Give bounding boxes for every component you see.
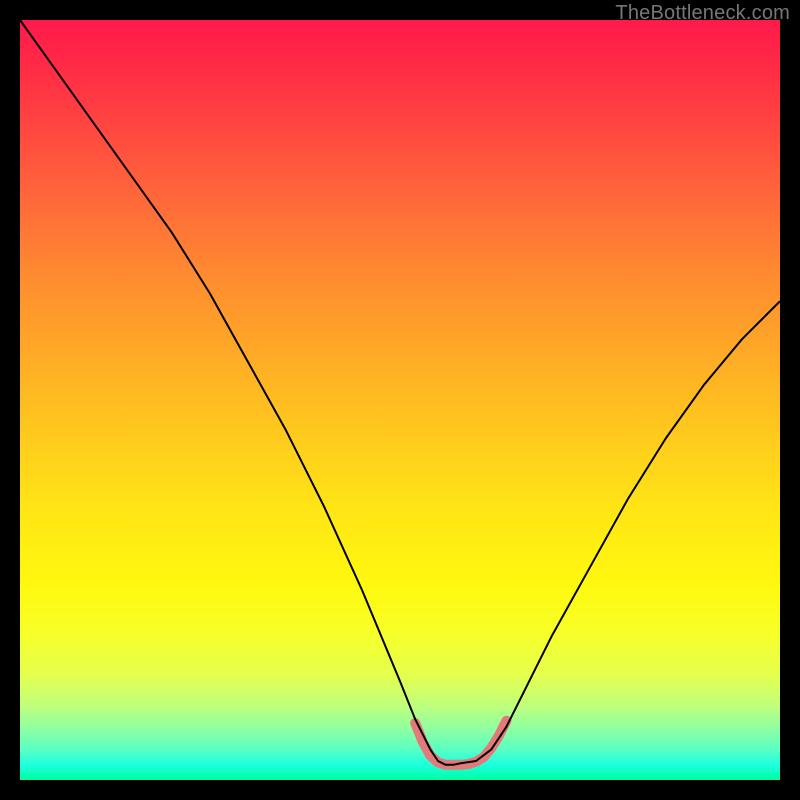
chart-svg	[20, 20, 780, 780]
main-curve	[20, 20, 780, 765]
chart-frame: TheBottleneck.com	[0, 0, 800, 800]
watermark-text: TheBottleneck.com	[615, 2, 790, 25]
bottom-highlight-curve	[415, 721, 506, 765]
